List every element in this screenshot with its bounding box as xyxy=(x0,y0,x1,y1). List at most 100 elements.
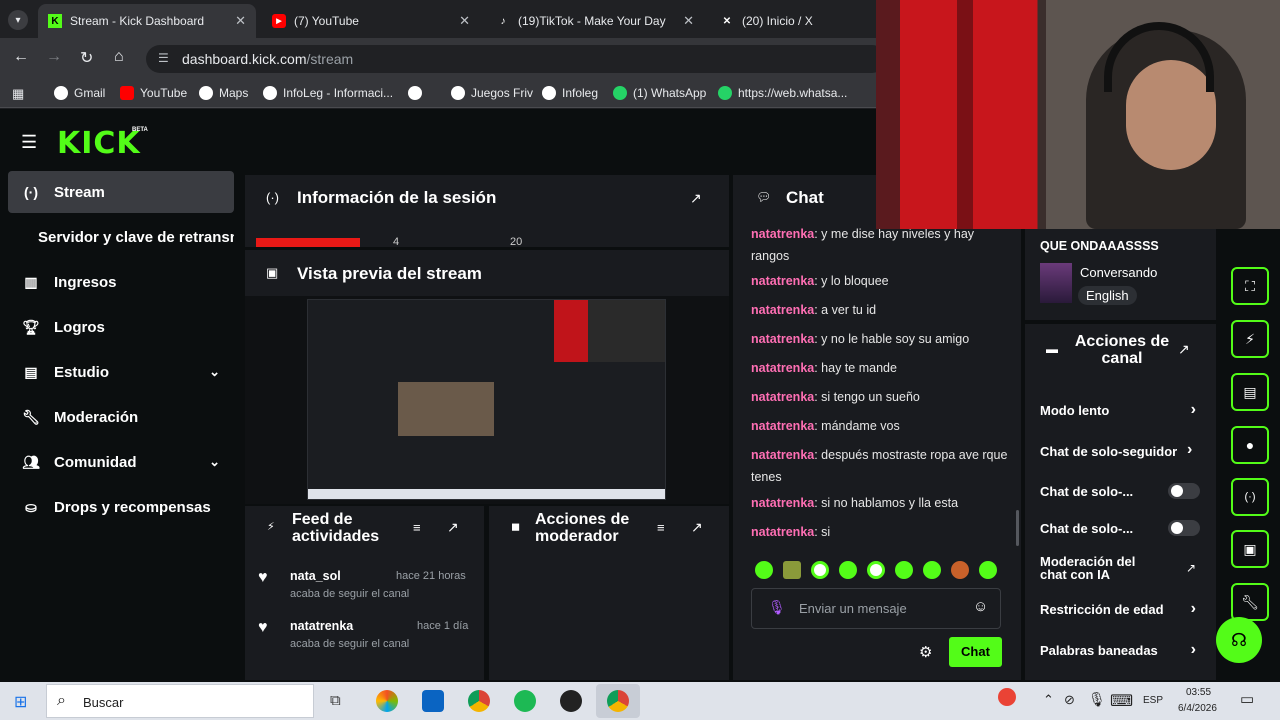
menu-icon[interactable]: ☰ xyxy=(21,132,37,153)
kick-logo[interactable]: KICK xyxy=(57,126,141,161)
subs-only-toggle[interactable] xyxy=(1168,483,1200,499)
chevron-up-icon[interactable]: ⌃ xyxy=(1043,692,1054,708)
emote-only-toggle[interactable] xyxy=(1168,520,1200,536)
tab-x[interactable]: ✕ (20) Inicio / X xyxy=(710,4,876,38)
bookmark-whatsapp[interactable]: (1) WhatsApp xyxy=(613,86,706,100)
copilot-icon[interactable] xyxy=(376,690,398,712)
emote-icon[interactable] xyxy=(783,561,801,579)
fullscreen-icon[interactable]: ⛶ xyxy=(1231,267,1269,305)
bookmark-infoleg-2[interactable]: Infoleg xyxy=(542,86,598,100)
notification-center-icon[interactable]: ▭ xyxy=(1240,690,1254,708)
sidebar-item-ingresos[interactable]: ▥ Ingresos xyxy=(8,261,234,303)
expand-icon[interactable]: ↗ xyxy=(691,519,703,536)
address-bar[interactable]: ☰ dashboard.kick.com/stream xyxy=(146,45,886,73)
chat-username[interactable]: natatrenka xyxy=(751,448,814,462)
apps-grid-icon[interactable]: ▦ xyxy=(12,86,24,102)
chat-username[interactable]: natatrenka xyxy=(751,227,814,241)
chrome-active-taskbar[interactable] xyxy=(596,684,640,718)
microphone-icon[interactable]: 🎙︎ xyxy=(1088,691,1106,708)
notes-icon[interactable]: ▤ xyxy=(1231,373,1269,411)
home-icon[interactable]: ⌂ xyxy=(114,48,124,66)
emote-icon[interactable] xyxy=(895,561,913,579)
emote-icon[interactable] xyxy=(951,561,969,579)
feed-user[interactable]: natatrenka xyxy=(290,619,353,633)
close-icon[interactable]: ✕ xyxy=(235,13,246,29)
emote-icon[interactable] xyxy=(811,561,829,579)
tab-tiktok[interactable]: ♪ (19)TikTok - Make Your Day ✕ xyxy=(486,4,704,38)
chat-username[interactable]: natatrenka xyxy=(751,390,814,404)
app-icon[interactable] xyxy=(560,690,582,712)
sidebar-item-drops[interactable]: ⛀ Drops y recompensas xyxy=(8,486,234,528)
chat-input[interactable]: 🎙︎ Enviar un mensaje ☺ xyxy=(751,588,1001,629)
clock-date[interactable]: 6/4/2026 xyxy=(1178,703,1217,714)
outlook-icon[interactable] xyxy=(422,690,444,712)
expand-icon[interactable]: ↗ xyxy=(1178,341,1190,358)
network-icon[interactable]: ⊘ xyxy=(1064,692,1075,708)
wrench-icon[interactable]: 🔧︎ xyxy=(1231,583,1269,621)
taskbar-search[interactable]: ⌕ Buscar xyxy=(46,684,314,718)
sidebar-item-comunidad[interactable]: 👥︎ Comunidad ⌄ xyxy=(8,441,234,483)
action-followers-only[interactable]: Chat de solo-seguidor xyxy=(1040,444,1180,459)
chrome-icon[interactable] xyxy=(468,690,490,712)
category-thumbnail[interactable] xyxy=(1040,263,1072,303)
sidebar-item-logros[interactable]: 🏆︎ Logros xyxy=(8,306,234,348)
bolt-icon[interactable]: ⚡︎ xyxy=(1231,320,1269,358)
bookmark-globe[interactable] xyxy=(408,86,428,100)
close-icon[interactable]: ✕ xyxy=(459,13,470,29)
bookmark-whatsapp-web[interactable]: https://web.whatsa... xyxy=(718,86,847,100)
feed-user[interactable]: nata_sol xyxy=(290,569,341,583)
emoji-picker-icon[interactable]: ☺ xyxy=(973,598,988,615)
site-info-icon[interactable]: ☰ xyxy=(158,51,169,65)
action-age-restriction[interactable]: Restricción de edad › xyxy=(1040,600,1200,617)
expand-icon[interactable]: ↗ xyxy=(447,519,459,536)
sidebar-item-servidor[interactable]: Servidor y clave de retransn xyxy=(8,216,234,258)
emote-icon[interactable] xyxy=(867,561,885,579)
chat-username[interactable]: natatrenka xyxy=(751,525,814,539)
chat-bubble-icon[interactable]: ● xyxy=(1231,426,1269,464)
sidebar-item-stream[interactable]: (·) Stream xyxy=(8,171,234,213)
action-banned-words[interactable]: Palabras baneadas › xyxy=(1040,641,1200,658)
chat-username[interactable]: natatrenka xyxy=(751,332,814,346)
filter-icon[interactable]: ≡ xyxy=(657,520,665,535)
bookmark-gmail[interactable]: Gmail xyxy=(54,86,105,100)
bookmark-juegos-friv[interactable]: Juegos Friv xyxy=(451,86,533,100)
sidebar-item-moderacion[interactable]: 🔧︎ Moderación xyxy=(8,396,234,438)
action-ai-moderation[interactable]: Moderación del chat con IA xyxy=(1040,555,1160,581)
expand-icon[interactable]: ↗ xyxy=(690,190,702,207)
chat-send-button[interactable]: Chat xyxy=(949,637,1002,667)
chat-username[interactable]: natatrenka xyxy=(751,274,814,288)
emote-icon[interactable] xyxy=(755,561,773,579)
keyboard-icon[interactable]: ⌨ xyxy=(1110,691,1133,711)
notification-app-icon[interactable] xyxy=(998,688,1016,706)
tab-search-icon[interactable]: ▾ xyxy=(8,10,28,30)
windows-start-icon[interactable]: ⊞ xyxy=(14,692,27,712)
spotify-icon[interactable] xyxy=(514,690,536,712)
language-indicator[interactable]: ESP xyxy=(1143,695,1163,706)
reload-icon[interactable]: ↻ xyxy=(80,48,93,68)
stream-preview-video[interactable] xyxy=(307,299,666,500)
bookmark-infoleg[interactable]: InfoLeg - Informaci... xyxy=(263,86,393,100)
chat-username[interactable]: natatrenka xyxy=(751,361,814,375)
chat-username[interactable]: natatrenka xyxy=(751,496,814,510)
clock-time[interactable]: 03:55 xyxy=(1186,687,1211,698)
chat-scrollbar[interactable] xyxy=(1016,510,1019,546)
sidebar-item-estudio[interactable]: ▤ Estudio ⌄ xyxy=(8,351,234,393)
emote-icon[interactable] xyxy=(923,561,941,579)
tab-kick[interactable]: K Stream - Kick Dashboard ✕ xyxy=(38,4,256,38)
chevron-right-icon[interactable]: › xyxy=(1187,441,1192,459)
back-icon[interactable]: ← xyxy=(13,48,29,66)
filter-icon[interactable]: ≡ xyxy=(413,520,421,535)
action-slow-mode[interactable]: Modo lento › xyxy=(1040,401,1200,418)
microphone-icon[interactable]: 🎙︎ xyxy=(768,599,786,616)
task-view-icon[interactable]: ⧉ xyxy=(330,692,341,709)
broadcast-icon[interactable]: (·) xyxy=(1231,478,1269,516)
camera-icon[interactable]: ▣ xyxy=(1231,530,1269,568)
close-icon[interactable]: ✕ xyxy=(683,13,694,29)
bookmark-maps[interactable]: Maps xyxy=(199,86,248,100)
support-chat-button[interactable]: ☊ xyxy=(1216,617,1262,663)
gear-icon[interactable]: ⚙ xyxy=(919,643,932,661)
chat-username[interactable]: natatrenka xyxy=(751,419,814,433)
emote-icon[interactable] xyxy=(839,561,857,579)
category-name[interactable]: Conversando xyxy=(1080,265,1157,280)
bookmark-youtube[interactable]: YouTube xyxy=(120,86,187,100)
